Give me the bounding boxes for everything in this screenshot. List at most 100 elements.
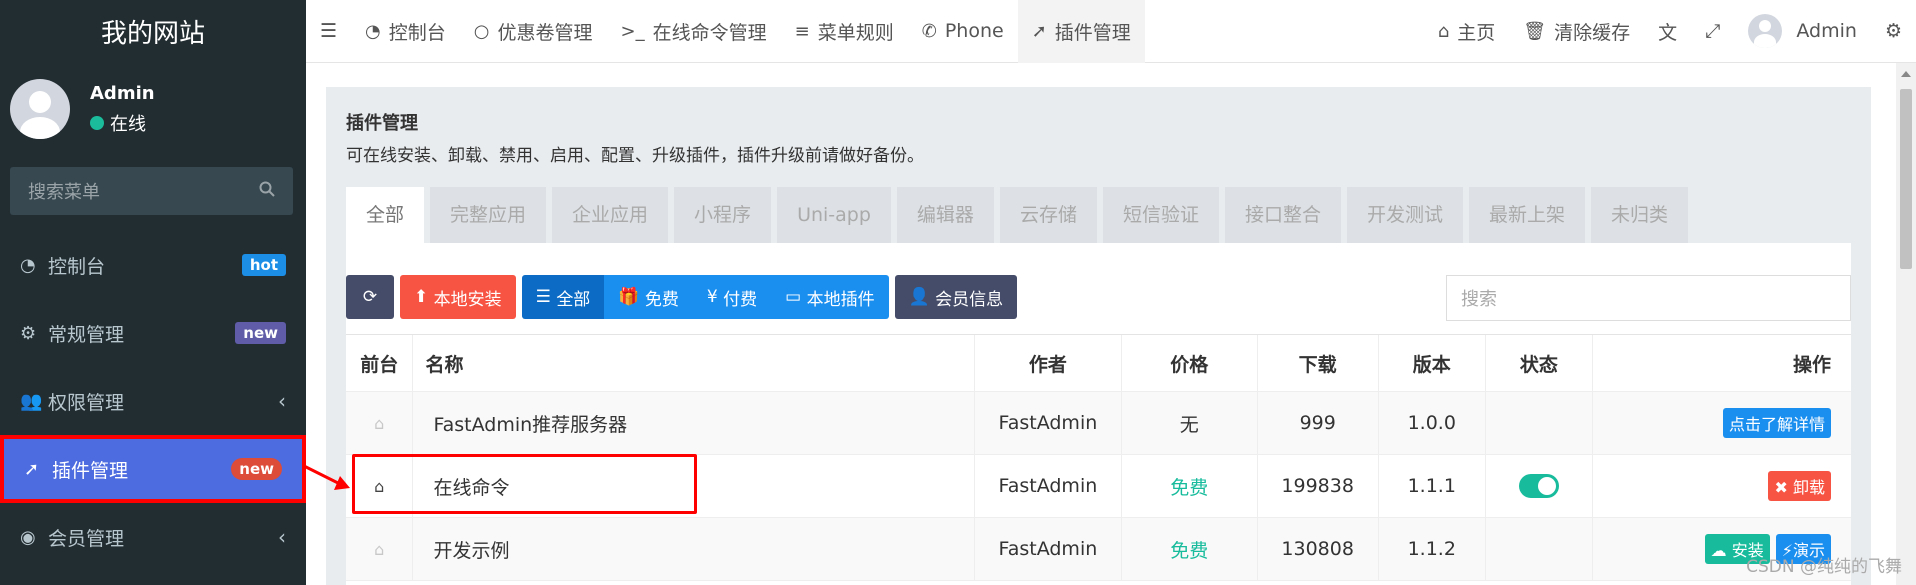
addon-name: FastAdmin推荐服务器 [413, 392, 975, 454]
search-placeholder: 搜索 [1461, 289, 1497, 310]
user-menu[interactable]: Admin [1734, 0, 1871, 63]
sidebar-item-auth[interactable]: 👥 权限管理 ‹ [0, 367, 306, 435]
sidebar-item-general[interactable]: ⚙ 常规管理 new [0, 299, 306, 367]
home-label: 主页 [1457, 21, 1496, 44]
clear-cache-button[interactable]: 🗑 清除缓存 [1509, 0, 1644, 63]
addon-search-input[interactable]: 搜索 [1446, 275, 1851, 321]
local-install-button[interactable]: ⬆ 本地安装 [400, 275, 516, 319]
addon-name: 开发示例 [413, 518, 975, 580]
status-toggle[interactable] [1518, 474, 1559, 498]
filter-button-group: ☰ 全部 🎁 免费 ¥ 付费 ▭ 本地插件 [521, 275, 889, 319]
addon-downloads: 130808 [1258, 518, 1379, 580]
category-tab[interactable]: 云存储 [999, 187, 1097, 243]
category-tab[interactable]: 短信验证 [1102, 187, 1219, 243]
list-icon: ≡ [794, 20, 810, 42]
sidebar-item-label: 常规管理 [48, 323, 125, 346]
category-tab[interactable]: Uni-app [777, 187, 891, 243]
tab-label: 优惠卷管理 [497, 21, 593, 44]
category-tab[interactable]: 开发测试 [1346, 187, 1463, 243]
scroll-up-icon[interactable] [1901, 71, 1911, 77]
hot-badge: hot [241, 254, 286, 276]
new-badge: new [235, 322, 286, 344]
watermark: CSDN @纯纯的飞舞 [1746, 557, 1902, 577]
circle-icon: ○ [473, 20, 490, 42]
category-tab[interactable]: 小程序 [674, 187, 772, 243]
arrow-annotation [303, 464, 350, 490]
addon-author: FastAdmin [975, 518, 1122, 580]
fullscreen-button[interactable]: ⤢ [1691, 0, 1734, 63]
highlight-box [352, 454, 697, 514]
sidebar-item-label: 权限管理 [48, 391, 125, 414]
category-tab[interactable]: 全部 [346, 187, 425, 243]
upload-icon: ⬆ [414, 287, 434, 307]
uninstall-button[interactable]: ✖ 卸载 [1768, 471, 1831, 501]
refresh-icon: ⟳ [362, 287, 378, 307]
category-tab[interactable]: 最新上架 [1469, 187, 1586, 243]
sidebar-search-input[interactable]: 搜索菜单 [10, 167, 293, 215]
tab-label: 控制台 [388, 21, 446, 44]
tab-phone[interactable]: ✆ Phone [908, 0, 1018, 63]
user-status-label: 在线 [110, 113, 146, 135]
category-tab[interactable]: 接口整合 [1224, 187, 1341, 243]
rocket-icon: ➚ [24, 458, 40, 480]
sidebar-item-member[interactable]: ◉ 会员管理 ‹ [0, 503, 306, 571]
addon-status [1486, 392, 1593, 454]
scroll-thumb[interactable] [1900, 89, 1912, 269]
filter-local-button[interactable]: ▭ 本地插件 [771, 275, 889, 319]
category-tab[interactable]: 企业应用 [552, 187, 669, 243]
category-tab[interactable]: 未归类 [1591, 187, 1689, 243]
sidebar-item-label: 控制台 [48, 255, 106, 278]
settings-button[interactable]: ⚙ [1871, 0, 1916, 63]
chevron-left-icon: ‹ [278, 389, 286, 413]
home-link[interactable]: ⌂ 主页 [1424, 0, 1509, 63]
details-button[interactable]: 点击了解详情 [1722, 408, 1831, 438]
site-title[interactable]: 我的网站 [0, 0, 306, 63]
addon-version: 1.1.1 [1379, 455, 1486, 517]
filter-free-button[interactable]: 🎁 免费 [604, 275, 693, 319]
member-info-label: 会员信息 [935, 289, 1004, 310]
menu-toggle-button[interactable]: ☰ [306, 0, 351, 63]
language-button[interactable]: 文 [1644, 0, 1691, 63]
tab-dashboard[interactable]: ◔ 控制台 [351, 0, 460, 63]
addon-price: 无 [1122, 392, 1258, 454]
user-status: 在线 [90, 110, 155, 136]
tab-label: 插件管理 [1054, 21, 1131, 44]
avatar [10, 79, 70, 139]
sidebar-item-addon[interactable]: ➚ 插件管理 new [0, 435, 306, 503]
refresh-button[interactable]: ⟳ [346, 275, 394, 319]
sidebar-menu: ◔ 控制台 hot ⚙ 常规管理 new 👥 权限管理 ‹ ➚ 插件管理 new… [0, 231, 306, 571]
filter-free-label: 免费 [644, 289, 679, 310]
header-front: 前台 [346, 335, 414, 391]
category-tab[interactable]: 完整应用 [430, 187, 547, 243]
category-tabs: 全部 完整应用 企业应用 小程序 Uni-app 编辑器 云存储 短信验证 接口… [346, 187, 1694, 243]
header-version: 版本 [1379, 335, 1486, 391]
tab-addon[interactable]: ➚ 插件管理 [1017, 0, 1145, 63]
terminal-icon: >_ [620, 20, 645, 42]
expand-icon: ⤢ [1705, 20, 1721, 42]
panel-title: 插件管理 [346, 113, 418, 134]
chevron-left-icon: ‹ [278, 525, 286, 549]
hamburger-icon: ☰ [320, 20, 338, 42]
home-icon[interactable]: ⌂ [374, 540, 384, 559]
clear-cache-label: 清除缓存 [1554, 21, 1631, 44]
category-tab[interactable]: 编辑器 [896, 187, 994, 243]
filter-paid-button[interactable]: ¥ 付费 [692, 275, 772, 319]
member-info-button[interactable]: 👤 会员信息 [894, 275, 1018, 319]
addon-price: 免费 [1122, 518, 1258, 580]
tab-coupon[interactable]: ○ 优惠卷管理 [460, 0, 607, 63]
header-author: 作者 [975, 335, 1122, 391]
translate-icon: 文 [1658, 21, 1678, 44]
users-icon: 👥 [20, 390, 43, 412]
filter-local-label: 本地插件 [806, 289, 875, 310]
addon-downloads: 199838 [1258, 455, 1379, 517]
filter-all-button[interactable]: ☰ 全部 [521, 275, 605, 319]
cogs-icon: ⚙ [20, 322, 37, 344]
scrollbar[interactable] [1896, 63, 1916, 585]
tab-menu-rule[interactable]: ≡ 菜单规则 [781, 0, 908, 63]
sidebar-item-label: 会员管理 [48, 527, 125, 550]
home-icon[interactable]: ⌂ [374, 414, 384, 433]
sidebar-item-dashboard[interactable]: ◔ 控制台 hot [0, 231, 306, 299]
tab-command[interactable]: >_ 在线命令管理 [607, 0, 781, 63]
top-navbar: ☰ ◔ 控制台 ○ 优惠卷管理 >_ 在线命令管理 ≡ 菜单规则 ✆ Phone ➚ 插件管… [306, 0, 1916, 63]
search-icon[interactable] [259, 181, 275, 202]
